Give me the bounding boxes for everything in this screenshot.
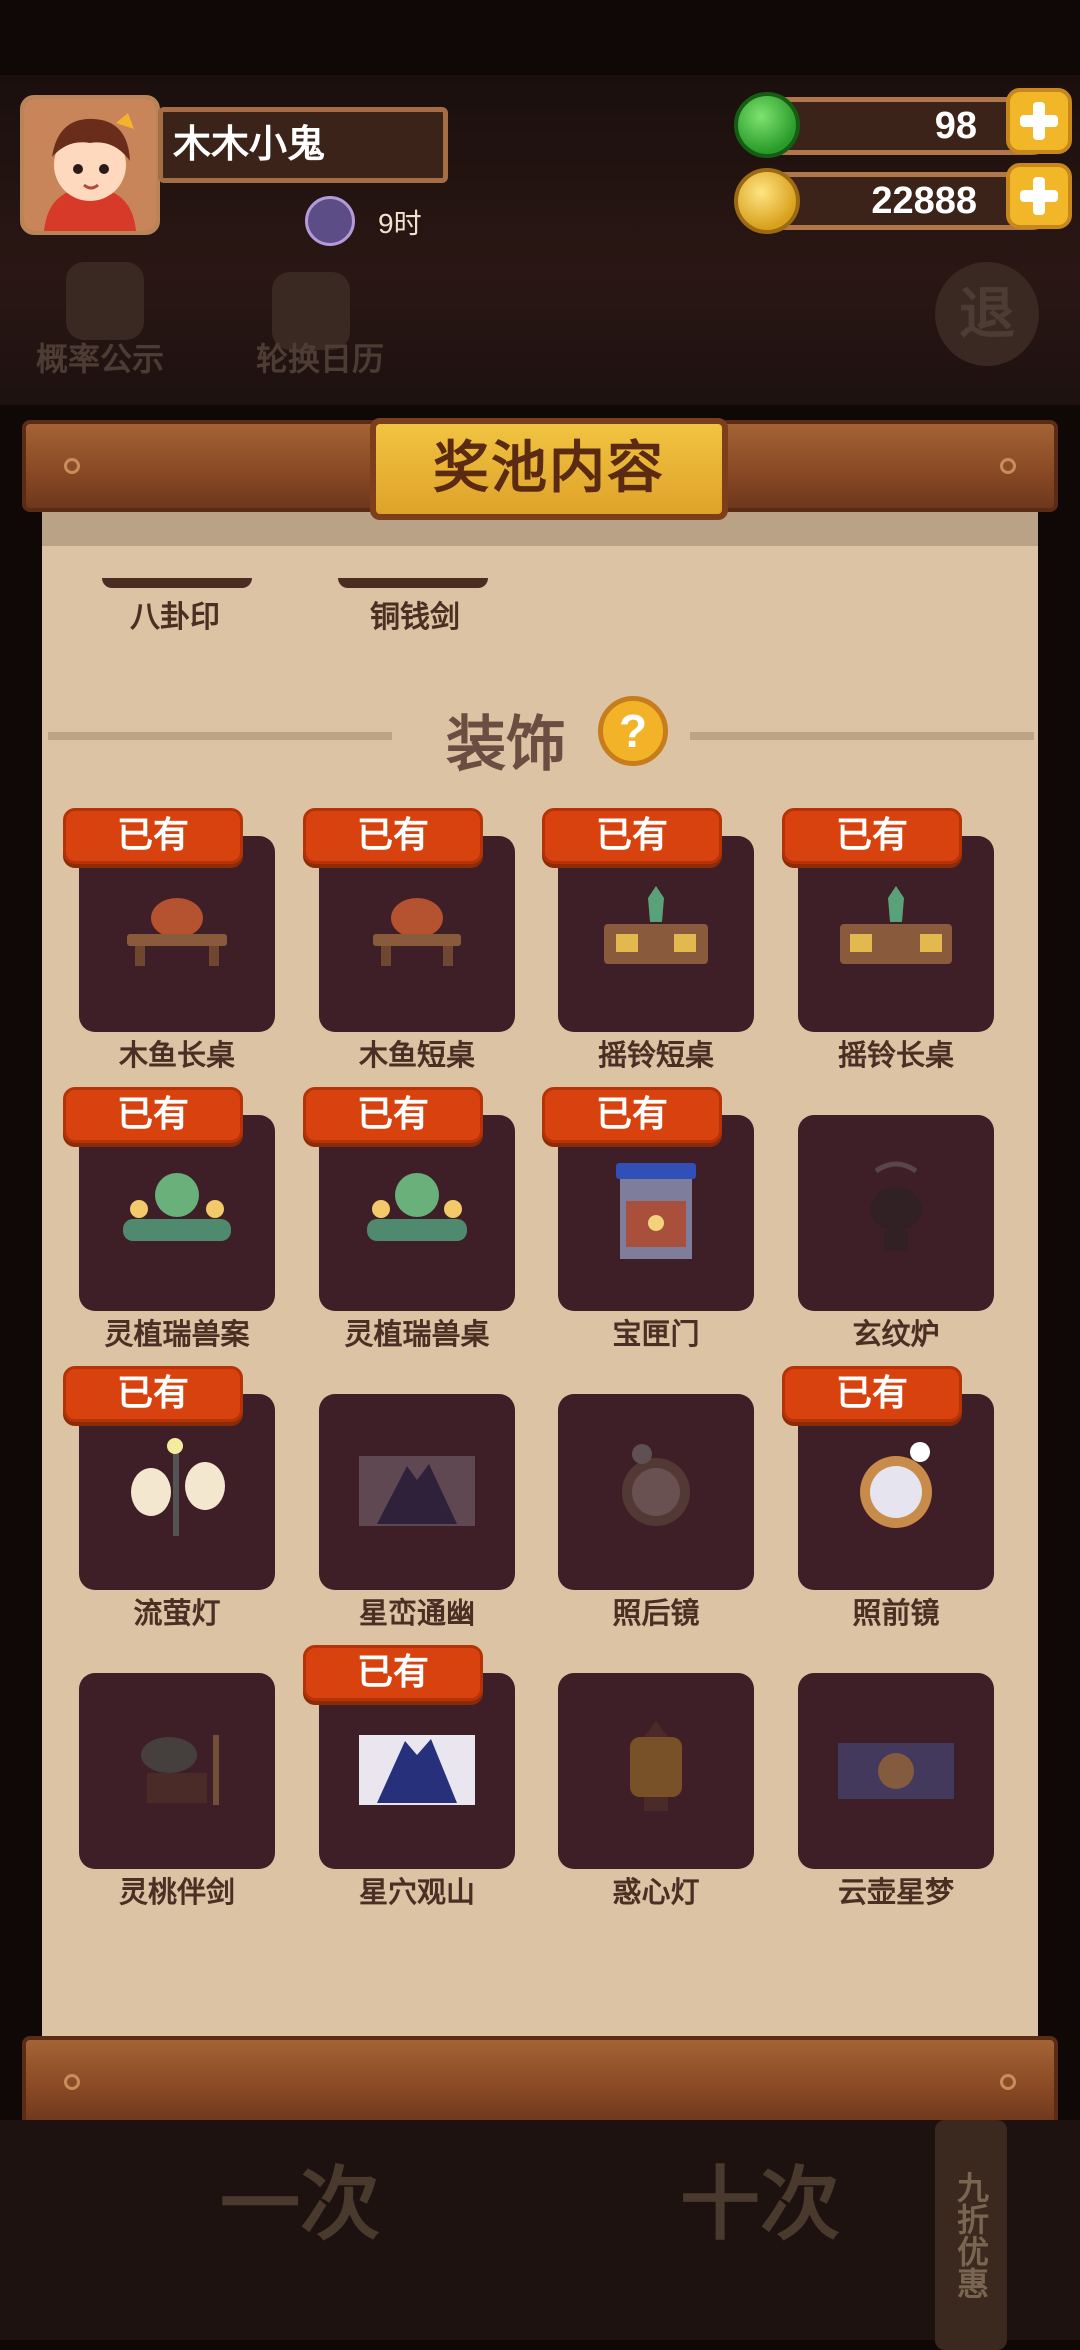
item-card[interactable] [798,1673,994,1869]
item-name: 摇铃短桌 [597,1040,714,1072]
plus-icon [1020,177,1058,215]
item-card[interactable] [558,1115,754,1311]
item-card[interactable] [319,1394,515,1590]
add-coins-button[interactable] [1006,163,1072,229]
player-name: 木木小鬼 [158,107,448,183]
item-card[interactable] [558,1673,754,1869]
owned-badge: 已有 [303,1087,483,1143]
coin-icon [734,168,800,234]
plus-icon [1020,102,1058,140]
owned-badge: 已有 [542,1087,722,1143]
status-timer: 9时 [378,208,422,239]
nail-icon [64,2074,80,2090]
item-name: 木鱼长桌 [118,1040,235,1072]
calendar-button[interactable]: 轮换日历 [256,334,384,380]
item-card[interactable] [798,1115,994,1311]
draw-ten-button[interactable]: 十次 [680,2140,840,2256]
bewitching-lamp-icon [630,1721,682,1811]
nail-icon [1000,2074,1016,2090]
item-card[interactable] [319,836,515,1032]
owned-badge: 已有 [303,1645,483,1701]
item-name: 宝匣门 [612,1319,700,1351]
item-card[interactable] [319,1673,515,1869]
bell-short-table-icon [604,886,708,964]
item-card[interactable] [319,1115,515,1311]
cloud-pot-star-dream-icon [838,1743,954,1799]
item-card[interactable] [798,836,994,1032]
previous-item-card-edge [102,578,252,588]
spirit-plant-beast-desk-icon [367,1173,467,1241]
section-divider-left [48,732,392,740]
wooden-fish-long-table-icon [127,898,227,966]
item-name: 惑心灯 [612,1877,700,1909]
item-name: 星穴观山 [358,1877,475,1909]
item-card[interactable] [79,1394,275,1590]
exit-button[interactable]: 退 [935,262,1039,366]
help-button[interactable]: ? [598,696,668,766]
wooden-fish-short-table-icon [373,898,461,966]
item-name: 照后镜 [612,1598,700,1630]
panel-title: 奖池内容 [370,418,728,520]
owned-badge: 已有 [63,808,243,864]
item-card[interactable] [79,1673,275,1869]
dimmed-draw-area [0,2120,1080,2340]
spirit-plant-beast-table-icon [123,1173,231,1241]
jade-icon [734,92,800,158]
item-card[interactable] [558,836,754,1032]
previous-item-label: 铜钱剑 [370,601,460,634]
item-name: 照前镜 [852,1598,940,1630]
item-card[interactable] [79,1115,275,1311]
player-avatar[interactable] [20,95,160,235]
star-cave-mountain-icon [359,1735,475,1805]
bell-long-table-icon [840,886,952,964]
add-jade-button[interactable] [1006,88,1072,154]
mystic-pattern-furnace-icon [870,1161,922,1251]
draw-one-button[interactable]: 一次 [220,2140,380,2256]
owned-badge: 已有 [782,1366,962,1422]
item-name: 灵植瑞兽桌 [344,1319,490,1351]
treasure-box-door-icon [616,1163,696,1259]
owned-badge: 已有 [542,808,722,864]
item-name: 玄纹炉 [852,1319,940,1351]
item-name: 木鱼短桌 [358,1040,475,1072]
discount-tab[interactable]: 九折优惠 [935,2120,1007,2350]
spirit-peach-sword-icon [141,1735,219,1805]
owned-badge: 已有 [782,808,962,864]
percent-icon [66,262,144,340]
rear-mirror-icon [622,1444,690,1526]
item-card[interactable] [79,836,275,1032]
front-mirror-icon [860,1442,932,1528]
item-name: 星峦通幽 [358,1598,475,1630]
section-divider-right [690,732,1034,740]
item-name: 云壶星梦 [837,1877,954,1909]
avatar-portrait-icon [24,99,156,231]
section-title: 装饰 [446,711,566,778]
item-name: 摇铃长桌 [837,1040,954,1072]
item-card[interactable] [798,1394,994,1590]
star-mountain-screen-icon [359,1456,475,1526]
item-name: 灵植瑞兽案 [104,1319,250,1351]
nail-icon [1000,458,1016,474]
item-name: 流萤灯 [133,1598,221,1630]
firefly-lantern-icon [131,1438,225,1536]
bottom-wooden-plank [22,2036,1058,2128]
owned-badge: 已有 [303,808,483,864]
spirit-status-icon[interactable] [305,196,355,246]
owned-badge: 已有 [63,1366,243,1422]
item-card[interactable] [558,1394,754,1590]
previous-item-label: 八卦印 [130,601,220,634]
rates-button[interactable]: 概率公示 [36,334,164,380]
nail-icon [64,458,80,474]
item-name: 灵桃伴剑 [118,1877,235,1909]
owned-badge: 已有 [63,1087,243,1143]
previous-item-card-edge [338,578,488,588]
